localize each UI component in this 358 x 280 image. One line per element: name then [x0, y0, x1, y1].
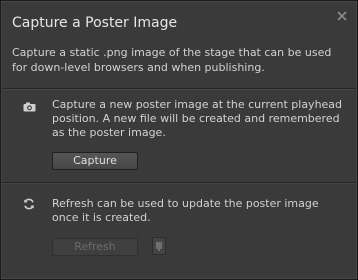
capture-button[interactable]: Capture — [52, 152, 138, 170]
poster-image-dialog: Capture a Poster Image Capture a static … — [0, 0, 358, 280]
divider — [2, 88, 356, 90]
dialog-intro: Capture a static .png image of the stage… — [12, 46, 332, 74]
capture-description: Capture a new poster image at the curren… — [52, 98, 343, 139]
refresh-icon — [24, 198, 34, 210]
refresh-button: Refresh — [52, 238, 138, 256]
close-icon[interactable] — [336, 10, 348, 22]
divider — [2, 182, 356, 184]
poster-options-button[interactable] — [152, 237, 166, 255]
camera-icon — [23, 102, 36, 112]
dialog-title: Capture a Poster Image — [12, 15, 178, 31]
refresh-description: Refresh can be used to update the poster… — [52, 197, 319, 224]
export-icon — [156, 242, 162, 251]
